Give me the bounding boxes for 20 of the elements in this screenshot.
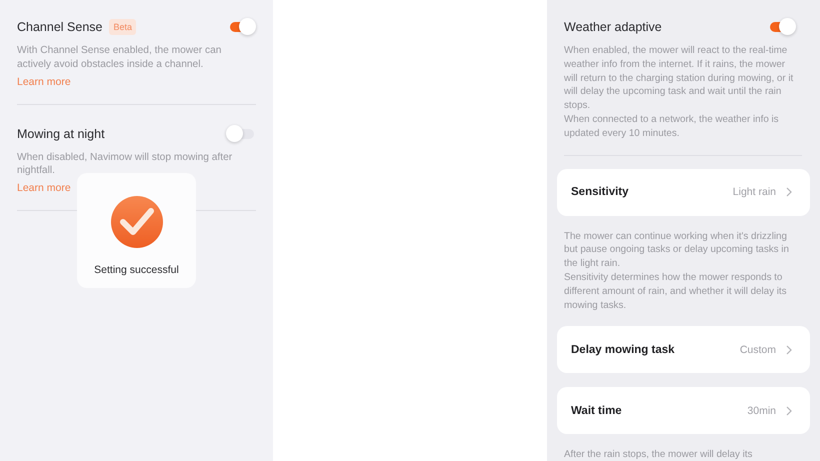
option-description: The mower can continue working when it's drizzling but pause ongoing tasks or delay upcoming tasks in the light rain. xyxy=(564,230,790,271)
option-description: Sensitivity determines how the mower responds to different amount of rain, and whether it will delay its mowing tasks. xyxy=(564,270,788,312)
setting-description: With Channel Sense enabled, the mower can actively avoid obstacles inside a channel. xyxy=(17,44,222,72)
setting-title: Mowing at night xyxy=(17,126,105,141)
option-description: After the rain stops, the mower will delay its xyxy=(564,448,754,461)
setting-description: When connected to a network, the weather info is updated every 10 minutes. xyxy=(564,112,780,141)
check-circle-icon xyxy=(110,195,164,249)
option-row[interactable]: Wait time 30min xyxy=(557,387,810,434)
beta-badge: Beta xyxy=(109,19,136,35)
setting-description: When disabled, Navimow will stop mowing after nightfall. xyxy=(17,150,234,178)
chevron-right-icon xyxy=(786,187,792,198)
setting-description: When enabled, the mower will react to the real-time weather info from the internet. If it rains, the mower will return to the charging station during mowing, or it will delay the upcoming task and wait until the rain stops. xyxy=(564,44,794,113)
chevron-right-icon xyxy=(786,344,792,355)
option-row[interactable]: Sensitivity Light rain xyxy=(557,168,810,216)
toast-message: Setting successful xyxy=(94,264,179,276)
option-row[interactable]: Delay mowing task Custom xyxy=(557,326,810,374)
chevron-right-icon xyxy=(786,406,792,416)
toggle-switch[interactable] xyxy=(226,124,256,143)
setting-title: Weather adaptive xyxy=(564,20,662,34)
setting-title: Channel Sense xyxy=(17,20,102,34)
